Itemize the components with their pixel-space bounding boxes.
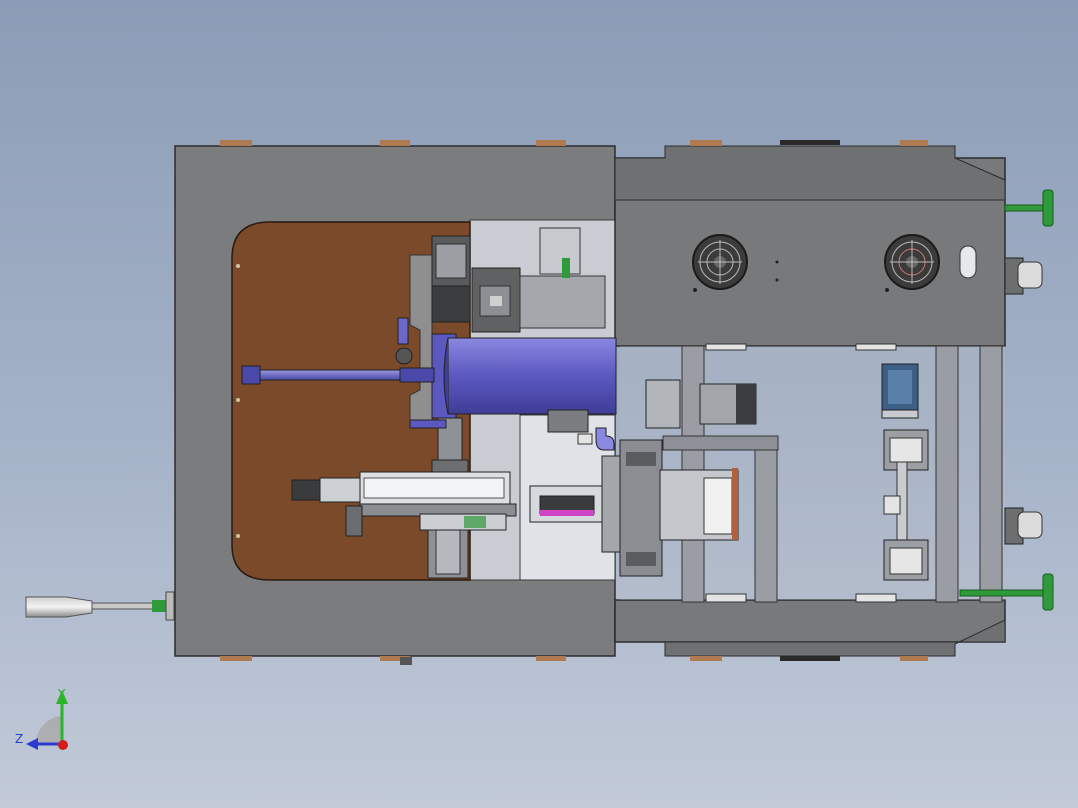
caster-top-icon bbox=[1004, 257, 1043, 295]
coordinate-triad-icon: Y Z bbox=[15, 687, 68, 750]
caster-bottom-icon bbox=[1004, 507, 1043, 545]
fan-right-icon bbox=[884, 234, 940, 290]
fan-left-icon bbox=[692, 234, 748, 290]
cad-viewport[interactable]: Y Z bbox=[0, 0, 1078, 808]
triad-z-label: Z bbox=[15, 732, 23, 746]
handle-lever-icon bbox=[25, 591, 175, 621]
triad-x-axis bbox=[58, 740, 68, 750]
leveling-foot-top-icon bbox=[1004, 189, 1054, 227]
machine-assembly-model[interactable]: Y Z bbox=[0, 0, 1078, 808]
triad-y-label: Y bbox=[57, 687, 66, 701]
